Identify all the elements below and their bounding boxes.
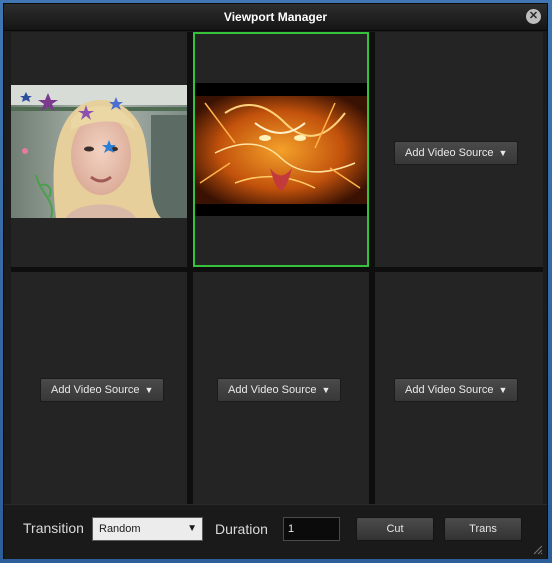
title-bar[interactable]: Viewport Manager ✕ bbox=[4, 4, 547, 31]
viewport-cell-1[interactable] bbox=[11, 32, 187, 267]
lion-video-thumbnail bbox=[195, 83, 367, 216]
viewport-cell-6[interactable]: Add Video Source ▼ bbox=[375, 272, 543, 504]
dropdown-caret-icon: ▼ bbox=[144, 385, 154, 395]
dropdown-caret-icon: ▼ bbox=[321, 385, 331, 395]
add-video-source-label: Add Video Source bbox=[228, 384, 317, 396]
duration-label: Duration bbox=[215, 521, 268, 537]
dropdown-caret-icon: ▼ bbox=[498, 148, 508, 158]
add-video-source-label: Add Video Source bbox=[51, 384, 140, 396]
viewport-cell-3[interactable]: Add Video Source ▼ bbox=[375, 32, 543, 267]
select-arrow-icon: ▼ bbox=[187, 523, 197, 534]
add-video-source-button[interactable]: Add Video Source ▼ bbox=[40, 378, 165, 402]
control-bar: Transition Random ▼ Duration 1 Cut Trans bbox=[4, 504, 547, 559]
add-video-source-button[interactable]: Add Video Source ▼ bbox=[394, 378, 519, 402]
transition-label: Transition bbox=[23, 520, 84, 536]
viewport-cell-5[interactable]: Add Video Source ▼ bbox=[193, 272, 369, 504]
viewport-cell-4[interactable]: Add Video Source ▼ bbox=[11, 272, 187, 504]
close-icon[interactable]: ✕ bbox=[526, 9, 541, 24]
viewport-manager-window: Viewport Manager ✕ Add Video Source ▼ Ad… bbox=[3, 3, 548, 559]
viewport-cell-2[interactable] bbox=[193, 32, 369, 267]
add-video-source-button[interactable]: Add Video Source ▼ bbox=[394, 141, 519, 165]
add-video-source-label: Add Video Source bbox=[405, 147, 494, 159]
window-title: Viewport Manager bbox=[223, 10, 328, 24]
cut-button[interactable]: Cut bbox=[356, 517, 434, 541]
duration-input[interactable]: 1 bbox=[283, 517, 340, 541]
transition-select[interactable]: Random ▼ bbox=[92, 517, 203, 541]
resize-grip-icon[interactable] bbox=[531, 543, 543, 555]
transition-value: Random bbox=[99, 523, 141, 535]
add-video-source-label: Add Video Source bbox=[405, 384, 494, 396]
viewport-grid: Add Video Source ▼ Add Video Source ▼ Add … bbox=[11, 32, 543, 504]
trans-button[interactable]: Trans bbox=[444, 517, 522, 541]
add-video-source-button[interactable]: Add Video Source ▼ bbox=[217, 378, 342, 402]
dropdown-caret-icon: ▼ bbox=[498, 385, 508, 395]
webcam-video-thumbnail bbox=[11, 85, 187, 218]
